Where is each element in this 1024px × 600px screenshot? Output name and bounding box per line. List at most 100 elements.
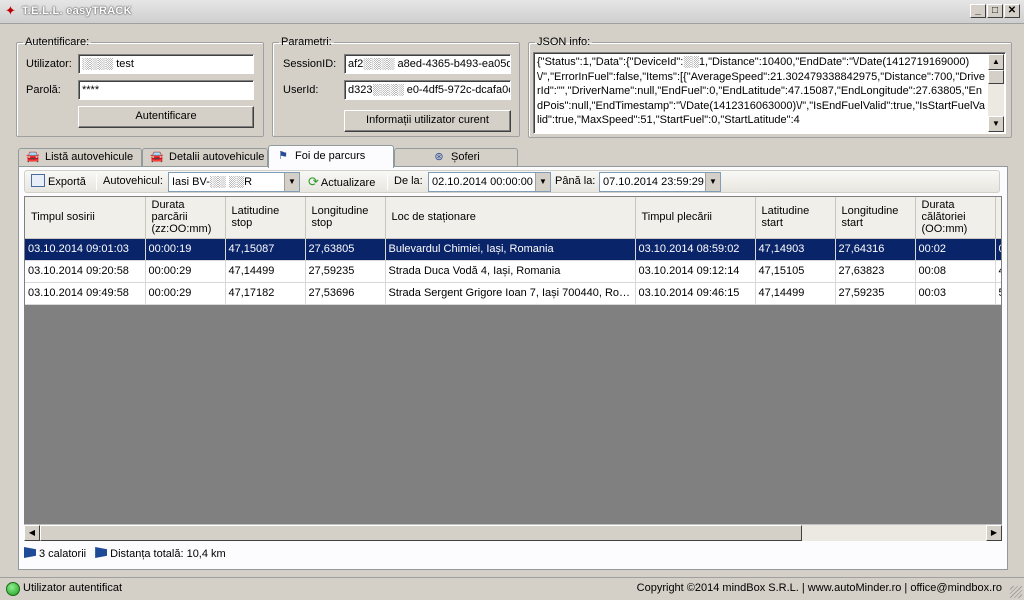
table-cell[interactable]: 03.10.2014 09:12:14 [635, 260, 756, 283]
trip-count: 3 calatorii [39, 548, 87, 560]
username-field[interactable]: ░░░░ test [78, 54, 254, 74]
json-info-textbox[interactable]: {"Status":1,"Data":{"DeviceId":░░1,"Dist… [533, 52, 1006, 134]
export-button[interactable]: Exportă [31, 174, 86, 188]
from-date-picker[interactable]: 02.10.2014 00:00:00 ▼ [428, 172, 551, 192]
maximize-button[interactable]: □ [987, 4, 1003, 18]
chevron-down-icon[interactable]: ▼ [705, 173, 720, 191]
params-legend: Parametri: [281, 36, 332, 48]
table-cell[interactable]: 00:00:19 [145, 238, 226, 261]
authenticate-button[interactable]: Autentificare [78, 106, 254, 128]
table-cell[interactable]: 27,59235 [835, 282, 916, 305]
refresh-label: Actualizare [320, 177, 376, 189]
grid-horizontal-scrollbar[interactable]: ◀ ▶ [24, 524, 1002, 541]
flag-icon [24, 547, 36, 558]
trips-table: Timpul sosirii Durata parcării (zz:OO:mm… [25, 197, 1001, 305]
flag-icon [95, 547, 108, 558]
column-header[interactable]: Loc de staționare [385, 197, 636, 239]
tab-label: Șoferi [451, 151, 480, 163]
title-bar: ✦ T.E.L.L. easyTRACK _ □ ✕ [0, 0, 1024, 24]
tab-trip-sheets[interactable]: ⚑ Foi de parcurs [268, 145, 394, 168]
table-cell[interactable]: Bulevardul Chimiei, Iași, Romania [385, 238, 636, 261]
vehicle-select[interactable]: Iasi BV-░░ ░░R ▼ [168, 172, 300, 192]
to-date-picker[interactable]: 07.10.2014 23:59:29 ▼ [599, 172, 721, 192]
table-cell[interactable]: 27,64316 [835, 238, 916, 261]
current-user-info-button[interactable]: Informații utilizator curent [344, 110, 511, 132]
table-cell[interactable]: 00:03 [915, 282, 996, 305]
column-header[interactable] [995, 197, 1001, 239]
vehicle-label: Autovehicul: [103, 175, 163, 187]
tab-drivers[interactable]: ⊛ Șoferi [394, 148, 518, 167]
table-cell[interactable]: 5 [995, 282, 1001, 305]
table-cell[interactable]: 03.10.2014 09:20:58 [25, 260, 146, 283]
column-header[interactable]: Durata călătoriei (OO:mm) [915, 197, 996, 239]
user-label: Utilizator: [26, 58, 72, 70]
table-cell[interactable]: 27,53696 [305, 282, 386, 305]
status-ok-icon [6, 582, 20, 596]
column-header[interactable]: Longitudine start [835, 197, 916, 239]
json-info-legend: JSON info: [537, 36, 591, 48]
table-cell[interactable]: 03.10.2014 09:49:58 [25, 282, 146, 305]
table-cell[interactable]: 03.10.2014 09:01:03 [25, 238, 146, 261]
table-cell[interactable]: 47,15087 [225, 238, 306, 261]
table-cell[interactable]: 03.10.2014 09:46:15 [635, 282, 756, 305]
status-bar: Utilizator autentificat Copyright ©2014 … [0, 577, 1024, 600]
car-icon: 🚘 [26, 151, 40, 163]
chevron-down-icon[interactable]: ▼ [284, 173, 299, 191]
table-cell[interactable]: 47,14903 [755, 238, 836, 261]
toolbar: Exportă Autovehicul: Iasi BV-░░ ░░R ▼ ⟳ A… [24, 170, 1000, 193]
table-cell[interactable]: 27,63805 [305, 238, 386, 261]
column-header[interactable]: Latitudine stop [225, 197, 306, 239]
table-cell[interactable]: 27,63823 [835, 260, 916, 283]
scroll-up-button[interactable]: ▲ [988, 54, 1004, 70]
table-cell[interactable]: 0 [995, 238, 1001, 261]
tab-vehicle-details[interactable]: 🚘 Detalii autovehicule [142, 148, 268, 167]
tab-label: Listă autovehicule [45, 151, 134, 163]
table-cell[interactable]: 47,15105 [755, 260, 836, 283]
table-cell[interactable]: Strada Duca Vodă 4, Iași, Romania [385, 260, 636, 283]
from-label: De la: [394, 175, 423, 187]
table-cell[interactable]: 47,17182 [225, 282, 306, 305]
refresh-button[interactable]: ⟳ Actualizare [308, 174, 375, 190]
scroll-down-button[interactable]: ▼ [988, 116, 1004, 132]
json-vertical-scrollbar[interactable]: ▲ ▼ [988, 54, 1004, 132]
column-header[interactable]: Longitudine stop [305, 197, 386, 239]
column-header[interactable]: Timpul plecării [635, 197, 756, 239]
auth-legend: Autentificare: [25, 36, 90, 48]
status-text: Utilizator autentificat [23, 582, 123, 594]
table-cell[interactable]: 00:00:29 [145, 260, 226, 283]
table-cell[interactable]: 47,14499 [755, 282, 836, 305]
user-id-field[interactable]: d323░░░░ e0-4df5-972c-dcafa0c [344, 80, 511, 100]
resize-grip[interactable] [1010, 586, 1022, 598]
scroll-thumb[interactable] [40, 525, 802, 541]
tab-vehicle-list[interactable]: 🚘 Listă autovehicule [18, 148, 142, 167]
json-info-text: {"Status":1,"Data":{"DeviceId":░░1,"Dist… [537, 56, 986, 126]
minimize-button[interactable]: _ [970, 4, 986, 18]
table-cell[interactable]: 00:00:29 [145, 282, 226, 305]
tab-label: Detalii autovehicule [169, 151, 265, 163]
trip-summary: 3 calatorii Distanța totală: 10,4 km [24, 547, 226, 560]
table-cell[interactable]: 03.10.2014 08:59:02 [635, 238, 756, 261]
table-cell[interactable]: 47,14499 [225, 260, 306, 283]
scroll-left-button[interactable]: ◀ [24, 525, 40, 541]
scroll-thumb[interactable] [988, 70, 1004, 84]
table-cell[interactable]: 4 [995, 260, 1001, 283]
scroll-right-button[interactable]: ▶ [986, 525, 1002, 541]
to-date-value: 07.10.2014 23:59:29 [603, 176, 704, 188]
trips-grid[interactable]: Timpul sosirii Durata parcării (zz:OO:mm… [24, 196, 1002, 541]
column-header[interactable]: Timpul sosirii [25, 197, 146, 239]
table-cell[interactable]: 00:08 [915, 260, 996, 283]
vehicle-value: Iasi BV-░░ ░░R [172, 176, 253, 188]
column-header[interactable]: Latitudine start [755, 197, 836, 239]
table-row[interactable]: 03.10.2014 09:20:58 00:00:29 47,14499 27… [25, 260, 1001, 283]
table-cell[interactable]: 27,59235 [305, 260, 386, 283]
chevron-down-icon[interactable]: ▼ [535, 173, 550, 191]
table-row[interactable]: 03.10.2014 09:49:58 00:00:29 47,17182 27… [25, 282, 1001, 305]
column-header[interactable]: Durata parcării (zz:OO:mm) [145, 197, 226, 239]
table-row[interactable]: 03.10.2014 09:01:03 00:00:19 47,15087 27… [25, 238, 1001, 261]
session-id-field[interactable]: af2░░░░ a8ed-4365-b493-ea05d [344, 54, 511, 74]
table-cell[interactable]: 00:02 [915, 238, 996, 261]
close-button[interactable]: ✕ [1004, 4, 1020, 18]
table-cell[interactable]: Strada Sergent Grigore Ioan 7, Iași 7004… [385, 282, 636, 305]
tab-label: Foi de parcurs [295, 150, 366, 162]
password-field[interactable]: **** [78, 80, 254, 100]
